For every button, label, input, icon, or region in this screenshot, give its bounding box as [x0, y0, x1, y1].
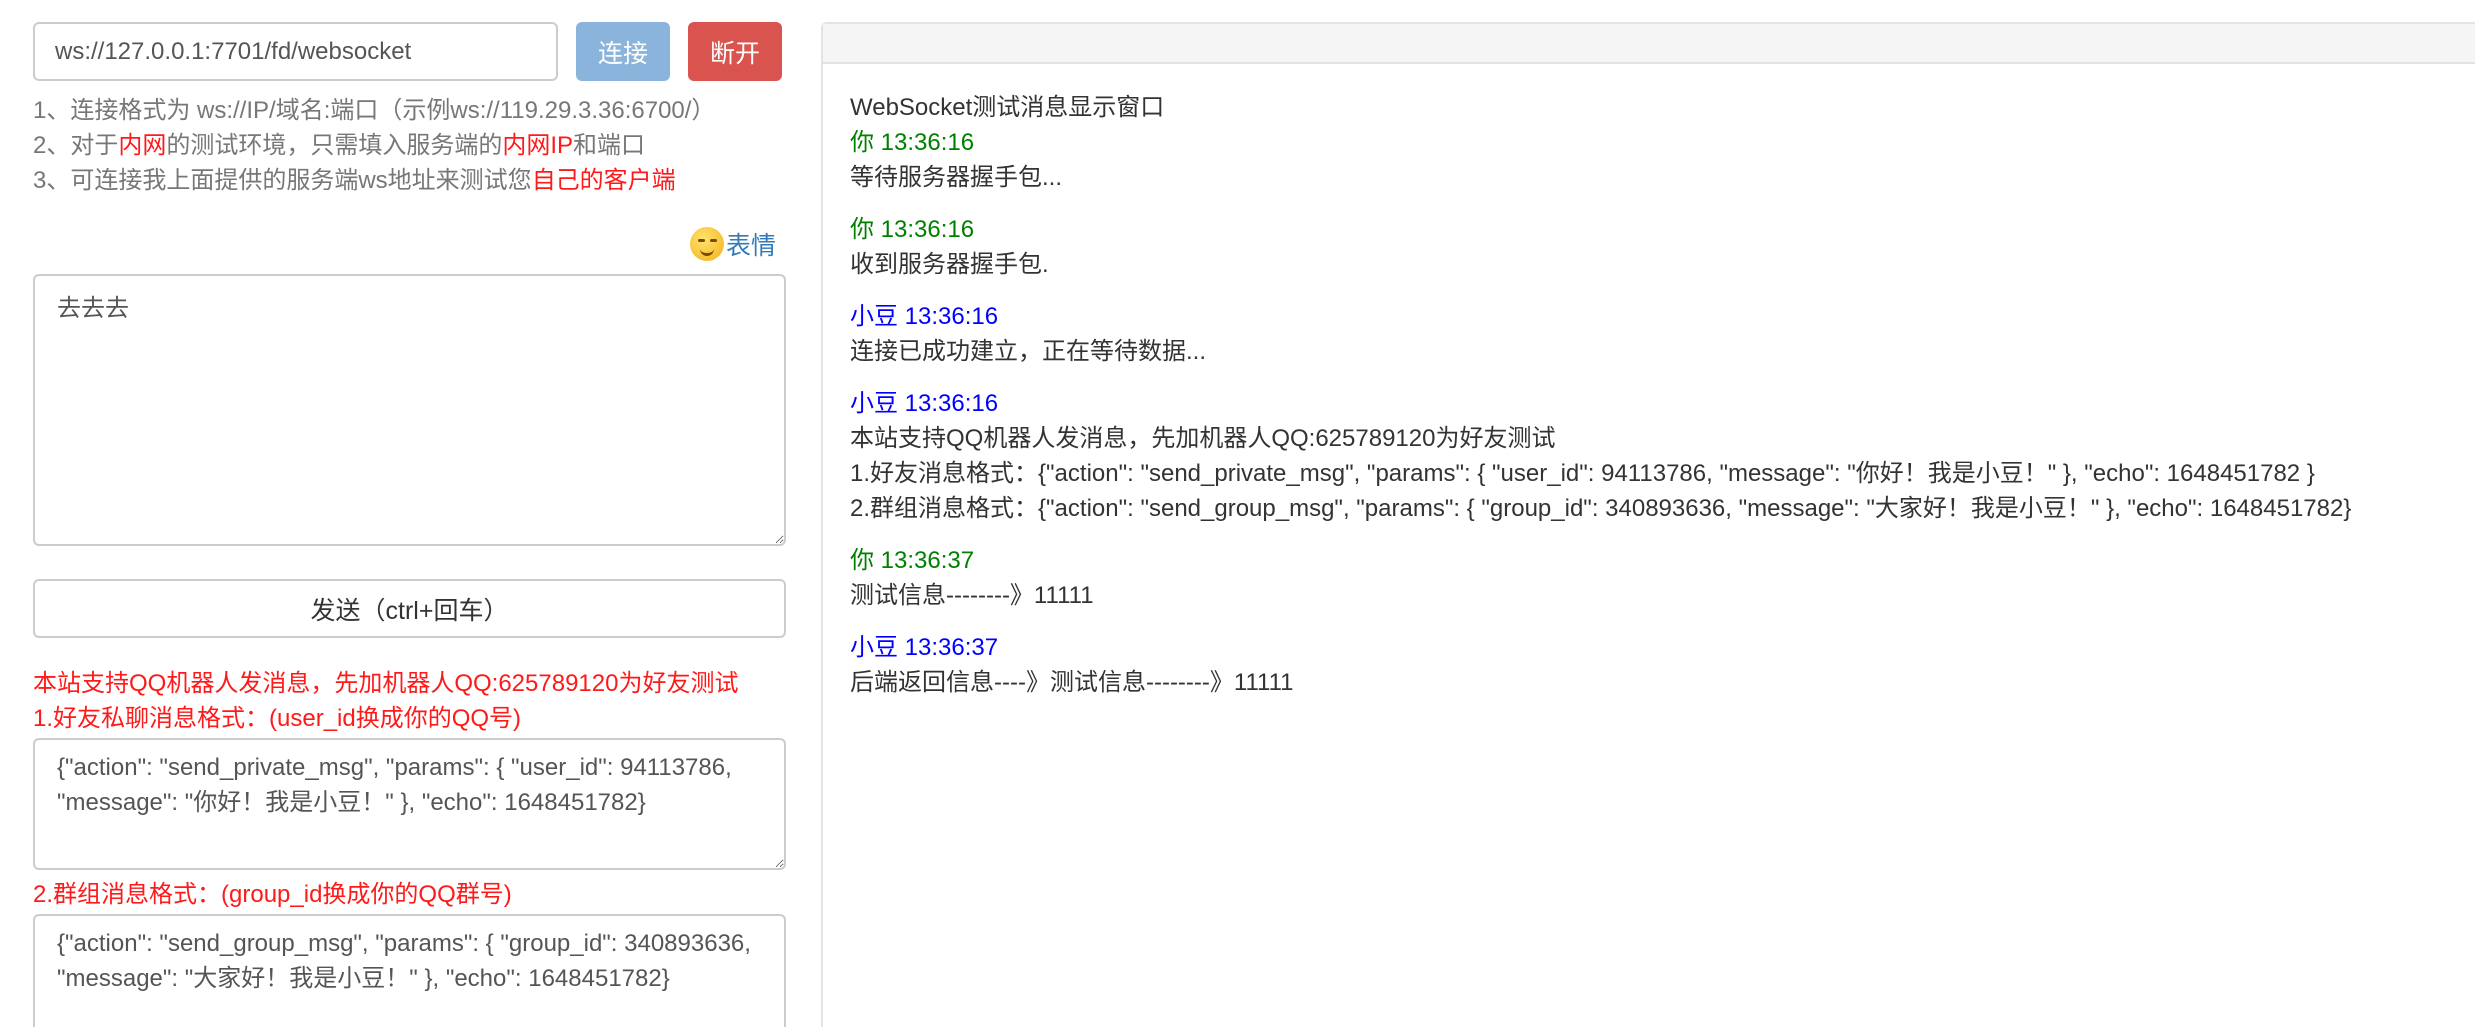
log-entry: 你 13:36:16 等待服务器握手包...: [850, 125, 2454, 195]
tip-line-2-part-b: 内网: [118, 132, 167, 159]
log-entry-text: 测试信息--------》11111: [850, 582, 1094, 609]
websocket-test-page: 连接 断开 1、连接格式为 ws://IP/域名:端口（示例ws://119.2…: [0, 0, 2475, 1027]
log-entry-sender: 小豆 13:36:16: [850, 303, 999, 330]
log-entry: 小豆 13:36:16 连接已成功建立，正在等待数据...: [850, 299, 2454, 369]
qq-intro: 本站支持QQ机器人发消息，先加机器人QQ:625789120为好友测试: [33, 670, 739, 697]
qq-info: 本站支持QQ机器人发消息，先加机器人QQ:625789120为好友测试 1.好友…: [33, 666, 786, 736]
group-format-label: 2.群组消息格式：(group_id换成你的QQ群号): [33, 881, 512, 908]
log-entry-text: 等待服务器握手包...: [850, 164, 1063, 191]
log-title: WebSocket测试消息显示窗口: [850, 94, 1165, 121]
log-entry-text: 后端返回信息----》测试信息--------》11111: [850, 669, 1294, 696]
tip-line-2-part-c: 的测试环境，只需填入服务端的: [166, 132, 503, 159]
log-entry-sender: 你 13:36:16: [850, 216, 975, 243]
disconnect-button[interactable]: 断开: [688, 22, 782, 81]
log-entry-sender: 你 13:36:16: [850, 129, 975, 156]
tip-line-2: 2、对于内网的测试环境，只需填入服务端的内网IP和端口: [33, 128, 786, 163]
emoji-toolbar: 表情: [33, 222, 786, 266]
log-entry-text: 2.群组消息格式：{"action": "send_group_msg", "p…: [850, 495, 2352, 522]
tip-line-3: 3、可连接我上面提供的服务端ws地址来测试您自己的客户端: [33, 163, 786, 198]
tip-line-2-part-d: 内网IP: [502, 132, 574, 159]
log-entry-sender: 小豆 13:36:16: [850, 390, 999, 417]
log-entry-text: 1.好友消息格式：{"action": "send_private_msg", …: [850, 460, 2315, 487]
connection-row: 连接 断开: [33, 22, 786, 81]
private-format-label: 1.好友私聊消息格式：(user_id换成你的QQ号): [33, 705, 522, 732]
tip-line-2-part-e: 和端口: [573, 132, 646, 159]
smiley-icon[interactable]: [689, 227, 724, 261]
log-entry: 小豆 13:36:16 本站支持QQ机器人发消息，先加机器人QQ:62578912…: [850, 386, 2454, 526]
message-log-panel: WebSocket测试消息显示窗口 你 13:36:16 等待服务器握手包... 你…: [821, 22, 2475, 1027]
tip-line-3-part-a: 3、可连接我上面提供的服务端ws地址来测试您: [33, 167, 532, 194]
emoji-link[interactable]: 表情: [726, 226, 776, 262]
send-button[interactable]: 发送（ctrl+回车）: [33, 579, 786, 638]
control-panel: 连接 断开 1、连接格式为 ws://IP/域名:端口（示例ws://119.2…: [33, 22, 786, 1027]
log-entry: 你 13:36:16 收到服务器握手包.: [850, 212, 2454, 282]
connect-button[interactable]: 连接: [576, 22, 670, 81]
log-entries: 你 13:36:16 等待服务器握手包... 你 13:36:16 收到服务器握手包.…: [850, 125, 2454, 700]
tip-line-1-text: 1、连接格式为 ws://IP/域名:端口（示例ws://119.29.3.36…: [33, 97, 716, 124]
websocket-url-input[interactable]: [33, 22, 558, 81]
log-entry: 你 13:36:37 测试信息--------》11111: [850, 543, 2454, 613]
log-entry-text: 收到服务器握手包.: [850, 251, 1049, 278]
log-entry-sender: 你 13:36:37: [850, 547, 975, 574]
private-format-textarea[interactable]: {"action": "send_private_msg", "params":…: [33, 738, 786, 870]
tip-line-1: 1、连接格式为 ws://IP/域名:端口（示例ws://119.29.3.36…: [33, 93, 786, 128]
message-textarea[interactable]: 去去去: [33, 274, 786, 546]
group-format-textarea[interactable]: {"action": "send_group_msg", "params": {…: [33, 914, 786, 1027]
log-entry-text: 本站支持QQ机器人发消息，先加机器人QQ:625789120为好友测试: [850, 425, 1556, 452]
tip-line-3-part-b: 自己的客户端: [531, 167, 676, 194]
log-entry-sender: 小豆 13:36:37: [850, 634, 999, 661]
log-panel-header: [823, 24, 2475, 64]
tip-line-2-part-a: 2、对于: [33, 132, 119, 159]
connection-tips: 1、连接格式为 ws://IP/域名:端口（示例ws://119.29.3.36…: [33, 93, 786, 198]
message-log[interactable]: WebSocket测试消息显示窗口 你 13:36:16 等待服务器握手包... 你…: [823, 64, 2475, 743]
log-entry-text: 连接已成功建立，正在等待数据...: [850, 338, 1207, 365]
log-entry: 小豆 13:36:37 后端返回信息----》测试信息--------》11111: [850, 630, 2454, 700]
